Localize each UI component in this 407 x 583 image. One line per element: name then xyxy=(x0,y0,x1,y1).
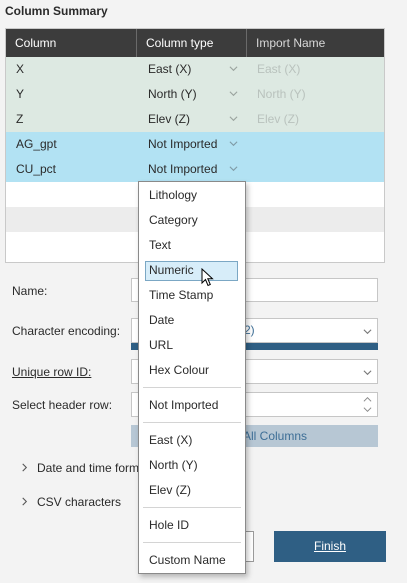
chevron-down-icon[interactable] xyxy=(229,114,238,123)
separator xyxy=(143,542,241,543)
chevron-down-icon[interactable] xyxy=(363,405,372,414)
option-east-x[interactable]: East (X) xyxy=(149,429,192,451)
character-encoding-label: Character encoding: xyxy=(12,324,121,338)
table-header: Column Column type Import Name xyxy=(6,29,384,57)
header-column[interactable]: Column xyxy=(6,29,137,57)
chevron-right-icon[interactable] xyxy=(20,496,29,507)
unique-row-id-label: Unique row ID: xyxy=(12,365,92,379)
mouse-pointer-icon xyxy=(201,268,214,287)
cell-column: X xyxy=(16,62,25,76)
chevron-down-icon[interactable] xyxy=(229,139,238,148)
cell-column-type[interactable]: Not Imported xyxy=(148,132,217,157)
cell-column: Y xyxy=(16,87,25,101)
table-row[interactable]: Y North (Y) North (Y) xyxy=(6,82,384,107)
cell-import-name: North (Y) xyxy=(257,87,306,101)
chevron-down-icon[interactable] xyxy=(229,64,238,73)
cell-column: CU_pct xyxy=(16,162,57,176)
cell-column: Z xyxy=(16,112,24,126)
option-elev-z[interactable]: Elev (Z) xyxy=(149,479,191,501)
chevron-right-icon[interactable] xyxy=(20,462,29,473)
header-row-label: Select header row: xyxy=(12,398,113,412)
option-hole-id[interactable]: Hole ID xyxy=(149,514,189,536)
section-title: Column Summary xyxy=(5,4,108,18)
finish-label: Finish xyxy=(313,539,346,553)
chevron-down-icon[interactable] xyxy=(363,327,372,336)
separator xyxy=(143,507,241,508)
chevron-down-icon[interactable] xyxy=(229,89,238,98)
table-row[interactable]: Z Elev (Z) Elev (Z) xyxy=(6,107,384,132)
csv-characters-label: CSV characters xyxy=(37,495,122,509)
cell-column-type[interactable]: Elev (Z) xyxy=(148,107,190,132)
option-custom-name[interactable]: Custom Name xyxy=(149,549,226,571)
chevron-down-icon[interactable] xyxy=(229,164,238,173)
cell-column: AG_gpt xyxy=(16,137,57,151)
option-url[interactable]: URL xyxy=(149,334,173,356)
option-north-y[interactable]: North (Y) xyxy=(149,454,198,476)
separator xyxy=(143,422,241,423)
cell-column-type[interactable]: Not Imported xyxy=(148,157,217,182)
separator xyxy=(143,387,241,388)
option-lithology[interactable]: Lithology xyxy=(149,184,197,206)
chevron-down-icon[interactable] xyxy=(363,368,372,377)
finish-button[interactable]: Finish xyxy=(274,531,386,562)
option-hex-colour[interactable]: Hex Colour xyxy=(149,359,209,381)
option-category[interactable]: Category xyxy=(149,209,198,231)
table-row[interactable]: AG_gpt Not Imported xyxy=(6,132,384,157)
cell-import-name: Elev (Z) xyxy=(257,112,299,126)
cell-column-type[interactable]: East (X) xyxy=(148,57,191,82)
date-time-label: Date and time form xyxy=(37,461,140,475)
name-label: Name: xyxy=(12,284,48,298)
cell-import-name: East (X) xyxy=(257,62,301,76)
table-row[interactable]: CU_pct Not Imported xyxy=(6,157,384,182)
header-column-type[interactable]: Column type xyxy=(137,29,247,57)
option-numeric[interactable]: Numeric xyxy=(149,259,194,281)
option-text[interactable]: Text xyxy=(149,234,171,256)
option-date[interactable]: Date xyxy=(149,309,174,331)
cell-column-type[interactable]: North (Y) xyxy=(148,82,197,107)
table-row[interactable]: X East (X) East (X) xyxy=(6,57,384,82)
all-columns-label: All Columns xyxy=(243,429,308,443)
header-import-name[interactable]: Import Name xyxy=(247,29,384,57)
chevron-up-icon[interactable] xyxy=(363,395,372,404)
option-not-imported[interactable]: Not Imported xyxy=(149,394,218,416)
column-type-dropdown[interactable]: Lithology Category Text Numeric Time Sta… xyxy=(138,181,246,574)
